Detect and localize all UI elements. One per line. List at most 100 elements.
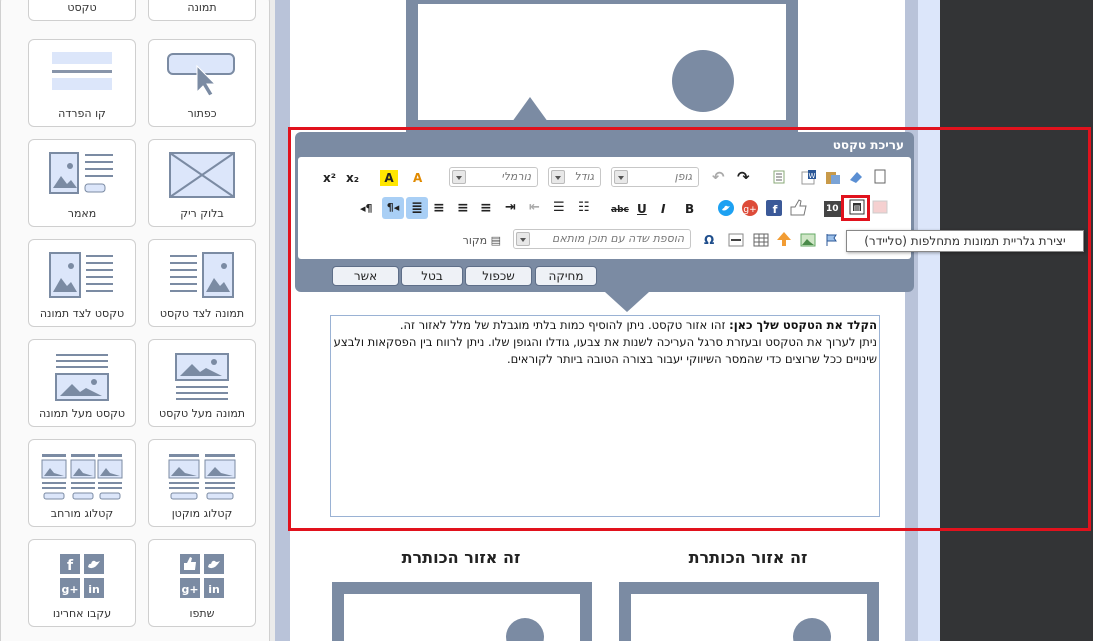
like-icon[interactable] [789,198,807,216]
slider-button-highlight [841,195,870,221]
cancel-button[interactable]: בטל [401,266,463,286]
text-line-2: ניתן לערוך את הטקסט ובעזרת סרגל העריכה ל… [333,335,877,366]
tile-label: כפתור [187,107,217,120]
font-color-button[interactable]: A [380,170,398,186]
merge-field-select[interactable]: הוספת שדה עם תוכן מותאם [513,229,691,249]
size-select[interactable]: גודל [548,167,601,187]
tile-image[interactable]: תמונה [148,0,256,21]
tile-label: קטלוג מוקטן [171,507,233,520]
editor-title: עריכת טקסט [832,138,904,152]
align-justify-button[interactable]: ≣ [406,197,428,219]
subscript-button[interactable]: x₂ [346,170,359,186]
social-share-icon: g+ in [180,554,224,598]
tile-image-above-text[interactable]: תמונה מעל טקסט [148,339,256,427]
canvas-right-strip [918,0,940,641]
special-char-icon[interactable]: Ω [704,232,714,248]
heading-right[interactable]: זה אזור הכותרת [618,548,878,567]
image-placeholder-top[interactable] [406,0,798,132]
underline-button[interactable]: U [637,201,647,217]
font-select-value: גופן [674,170,692,183]
flag-icon[interactable] [825,233,839,247]
text-editor-panel: עריכת טקסט x² x₂ A A נורמלי גודל גופן ↶ … [295,132,914,292]
google-plus-icon[interactable]: g+ [742,200,758,216]
duplicate-button[interactable]: שכפול [465,266,532,286]
merge-field-value: הוספת שדה עם תוכן מותאם [552,232,684,245]
bold-button[interactable]: B [685,201,694,217]
text-bold-intro: הקלד את הטקסט שלך כאן: [729,318,877,332]
approve-button[interactable]: אשר [332,266,399,286]
tile-text-beside-image[interactable]: טקסט לצד תמונה [28,239,136,327]
text-above-image-icon [55,354,109,401]
form-icon[interactable] [872,199,888,215]
paragraph-direction-ltr-button[interactable]: ¶◂ [382,197,404,219]
font-select[interactable]: גופן [611,167,699,187]
paste-word-icon[interactable]: W [801,169,817,185]
image-icon[interactable] [800,233,816,247]
paragraph-direction-rtl-button[interactable]: ◂¶ [360,201,373,217]
image-placeholder-mountain [504,97,556,133]
tile-catalog-compact[interactable]: קטלוג מוקטן [148,439,256,527]
dynamic-content-button[interactable]: 10 [824,201,841,217]
source-button[interactable]: מקור ▤ [461,231,501,251]
image-placeholder-right[interactable] [619,582,879,641]
tile-label: טקסט [67,1,97,14]
image-placeholder-left[interactable] [332,582,592,641]
anchor-icon[interactable] [776,231,792,247]
tile-empty-block[interactable]: בלוק ריק [148,139,256,227]
tile-text[interactable]: טקסט [28,0,136,21]
image-placeholder-sun [506,618,544,641]
new-page-icon[interactable] [874,169,886,185]
redo-icon[interactable]: ↷ [737,169,750,185]
tile-follow-us[interactable]: f g+ in עקבו אחרינו [28,539,136,627]
editor-pointer [605,292,649,312]
undo-icon[interactable]: ↶ [712,169,725,185]
bulleted-list-button[interactable]: ☰ [553,200,565,216]
increase-indent-button[interactable]: ⇥ [505,200,516,216]
table-icon[interactable] [753,233,769,247]
tile-label: תמונה [187,1,217,14]
twitter-icon[interactable] [718,200,734,216]
tile-label: קו הפרדה [58,107,106,120]
tile-text-above-image[interactable]: טקסט מעל תמונה [28,339,136,427]
decrease-indent-button[interactable]: ⇤ [529,200,540,216]
facebook-icon[interactable]: f [766,200,782,216]
align-left-button[interactable]: ≡ [433,200,445,216]
dark-side-area [940,0,1093,641]
tile-label: תמונה מעל טקסט [158,407,246,420]
paste-icon[interactable] [825,169,841,185]
empty-block-icon [169,152,235,198]
strikethrough-button[interactable]: abc [611,202,629,218]
svg-text:g+: g+ [61,583,78,596]
eraser-icon[interactable] [848,169,864,185]
background-color-button[interactable]: A [413,170,422,186]
svg-text:in: in [88,583,100,596]
tile-divider[interactable]: קו הפרדה [28,39,136,127]
numbered-list-button[interactable]: ☷ [578,200,590,216]
svg-text:f: f [67,558,74,574]
tile-image-beside-text[interactable]: תמונה לצד טקסט [148,239,256,327]
svg-text:in: in [208,583,220,596]
tile-label: תמונה לצד טקסט [159,307,245,320]
image-beside-text-icon [170,252,234,298]
tile-label: טקסט מעל תמונה [38,407,126,420]
text-beside-image-icon [49,252,113,298]
slider-tooltip: יצירת גלריית תמונות מתחלפות (סליידר) [846,230,1084,252]
elements-panel: טקסט תמונה קו הפרדה כפתור מאמר בלוק ריק … [0,0,270,641]
button-cursor-icon [167,53,235,96]
align-center-button[interactable]: ≡ [457,200,469,216]
svg-text:f: f [773,203,778,216]
tile-catalog-wide[interactable]: קטלוג מורחב [28,439,136,527]
italic-button[interactable]: I [661,201,665,217]
heading-left[interactable]: זה אזור הכותרת [331,548,591,567]
image-above-text-icon [175,353,229,400]
superscript-button[interactable]: x² [323,170,336,186]
tile-share[interactable]: g+ in שתפו [148,539,256,627]
format-select[interactable]: נורמלי [449,167,538,187]
tile-button[interactable]: כפתור [148,39,256,127]
align-right-button[interactable]: ≡ [480,200,492,216]
paste-text-icon[interactable] [773,170,785,184]
delete-button[interactable]: מחיקה [535,266,597,286]
horizontal-line-icon[interactable] [728,233,744,247]
text-edit-area[interactable]: הקלד את הטקסט שלך כאן: זהו אזור טקסט. ני… [330,315,880,517]
tile-article[interactable]: מאמר [28,139,136,227]
